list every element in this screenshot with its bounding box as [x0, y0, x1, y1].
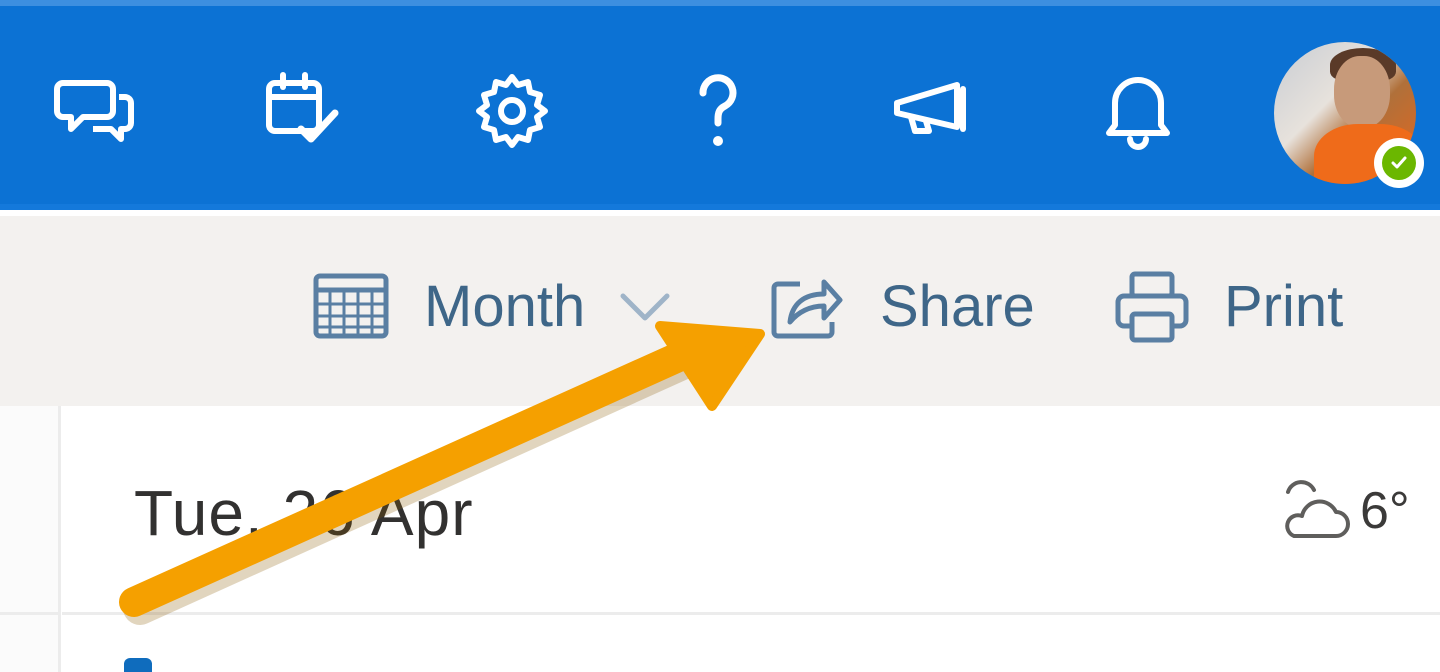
- notifications-bell-icon: [1106, 77, 1170, 150]
- help-icon: [699, 74, 737, 146]
- notifications-button[interactable]: [1088, 60, 1188, 160]
- day-heading: Tue, 26 Apr: [134, 477, 474, 549]
- settings-button[interactable]: [462, 60, 562, 160]
- whats-new-button[interactable]: [880, 60, 980, 160]
- print-button[interactable]: Print: [1114, 258, 1343, 354]
- chat-button[interactable]: [46, 60, 146, 160]
- header-top-edge: [0, 0, 1440, 6]
- share-button[interactable]: Share: [770, 258, 1035, 354]
- available-status-icon: [1382, 146, 1416, 180]
- chevron-down-icon: [620, 293, 670, 321]
- my-day-icon: [266, 72, 339, 143]
- chat-icon: [54, 80, 134, 142]
- view-selector-label: Month: [424, 273, 586, 339]
- weather-temperature: 6°: [1360, 482, 1410, 540]
- calendar-month-icon: [313, 273, 389, 339]
- whats-new-megaphone-icon: [894, 82, 966, 134]
- settings-gear-icon: [476, 74, 548, 148]
- left-row-divider: [0, 612, 58, 615]
- view-selector-dropdown[interactable]: Month: [312, 258, 675, 354]
- avatar-face: [1334, 56, 1390, 128]
- print-label: Print: [1224, 273, 1344, 339]
- check-icon: [1391, 156, 1407, 169]
- help-button[interactable]: [668, 60, 768, 160]
- presence-status-badge: [1374, 138, 1424, 188]
- header-bottom-edge: [0, 204, 1440, 210]
- left-nav-column: [0, 406, 61, 672]
- day-row-divider: [62, 612, 1440, 615]
- partly-cloudy-icon: [1285, 480, 1350, 538]
- my-day-button[interactable]: [252, 60, 352, 160]
- share-label: Share: [880, 273, 1035, 339]
- event-marker: [124, 658, 152, 672]
- weather-forecast[interactable]: 6°: [1274, 478, 1410, 544]
- printer-icon: [1115, 271, 1189, 343]
- share-icon: [771, 279, 843, 339]
